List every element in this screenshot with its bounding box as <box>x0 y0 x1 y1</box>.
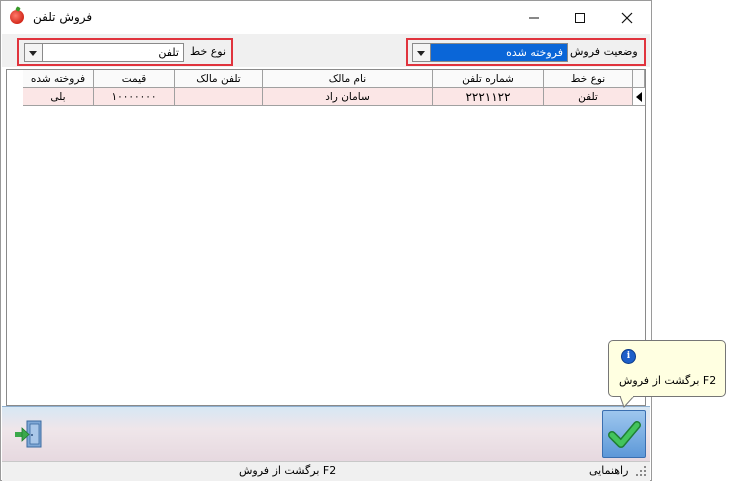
grid-header: نوع خط شماره تلفن نام مالک تلفن مالک قیم… <box>7 70 645 88</box>
column-header[interactable]: نوع خط <box>544 70 633 88</box>
footer-bar <box>2 406 650 462</box>
resize-grip-icon[interactable] <box>635 465 647 477</box>
column-header[interactable]: فروخته شده <box>23 70 94 88</box>
chevron-down-icon[interactable] <box>413 44 431 61</box>
table-cell[interactable] <box>175 88 263 106</box>
column-header[interactable]: نام مالک <box>263 70 433 88</box>
maximize-icon <box>575 12 585 23</box>
status-bar: F2 برگشت از فروش راهنمایی <box>2 461 650 481</box>
tooltip-text: F2 برگشت از فروش <box>619 374 717 387</box>
minimize-icon <box>529 17 539 18</box>
table-cell[interactable]: ۲۲۲۱۱۲۲ <box>433 88 544 106</box>
exit-door-icon[interactable] <box>13 418 45 450</box>
status-help-label: راهنمایی <box>589 464 629 477</box>
column-header[interactable]: تلفن مالک <box>175 70 263 88</box>
close-button[interactable] <box>604 1 650 33</box>
window-title: فروش تلفن <box>33 10 93 24</box>
chevron-down-icon[interactable] <box>25 44 43 61</box>
indicator-header <box>633 70 645 88</box>
data-grid[interactable]: نوع خط شماره تلفن نام مالک تلفن مالک قیم… <box>6 69 646 406</box>
tooltip-tail <box>620 396 634 408</box>
maximize-button[interactable] <box>557 1 603 33</box>
checkmark-icon <box>608 421 641 448</box>
sale-status-label: وضعیت فروش <box>570 45 638 58</box>
line-type-value: تلفن <box>158 46 179 59</box>
phone-sale-window: فروش تلفن تلفن نوع خط فروخته شده وضعیت ف… <box>0 0 652 481</box>
filter-bar: تلفن نوع خط فروخته شده وضعیت فروش <box>2 34 650 67</box>
table-cell[interactable]: سامان راد <box>263 88 433 106</box>
current-row-indicator-icon <box>633 88 645 106</box>
title-bar: فروش تلفن <box>1 1 651 33</box>
table-cell[interactable]: بلی <box>23 88 94 106</box>
table-cell[interactable]: ۱۰۰۰۰۰۰۰ <box>94 88 175 106</box>
line-type-select[interactable]: تلفن <box>24 43 184 62</box>
sale-status-select[interactable]: فروخته شده <box>412 43 568 62</box>
line-type-label: نوع خط <box>190 45 227 58</box>
table-cell[interactable]: تلفن <box>544 88 633 106</box>
tomato-icon <box>10 10 24 24</box>
close-icon <box>621 12 633 23</box>
info-icon: i <box>621 349 636 364</box>
minimize-button[interactable] <box>511 1 557 33</box>
sale-status-value: فروخته شده <box>506 46 563 59</box>
confirm-button[interactable] <box>602 410 646 458</box>
column-header[interactable]: قیمت <box>94 70 175 88</box>
column-header[interactable]: شماره تلفن <box>433 70 544 88</box>
tooltip: i F2 برگشت از فروش <box>608 340 726 397</box>
status-hint: F2 برگشت از فروش <box>239 464 337 477</box>
